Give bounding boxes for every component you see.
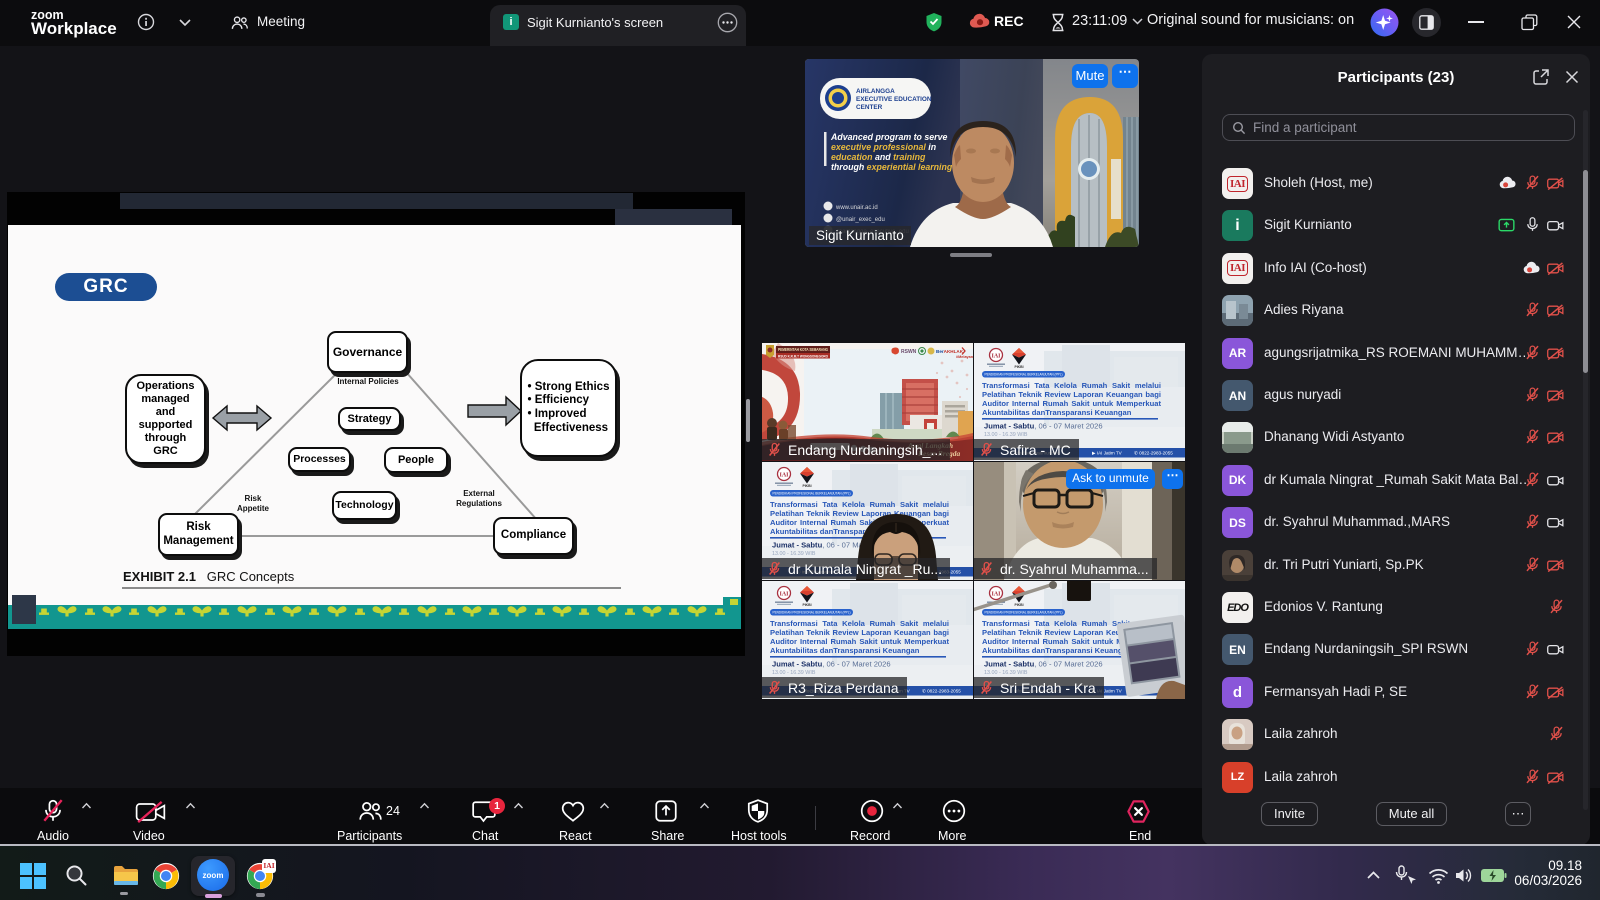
svg-text:BerAKHLAK: BerAKHLAK (936, 349, 964, 354)
svg-text:EXECUTIVE EDUCATION: EXECUTIVE EDUCATION (856, 96, 932, 103)
svg-text:✆ 0822-2983-2055: ✆ 0822-2983-2055 (1134, 451, 1173, 456)
svg-text:▶ IAI Jatim TV: ▶ IAI Jatim TV (1092, 451, 1123, 456)
svg-text:13.00 - 16.39 WIB: 13.00 - 16.39 WIB (772, 670, 816, 676)
svg-text:IAI: IAI (991, 354, 1001, 360)
svg-text:through experiential learning: through experiential learning (831, 162, 953, 172)
svg-text:PEMERINTAH KOTA SEMARANG: PEMERINTAH KOTA SEMARANG (778, 347, 828, 352)
svg-text:Jumat - Sabtu, 06 - 07 Maret 2: Jumat - Sabtu, 06 - 07 Maret 2026 (772, 660, 891, 669)
svg-text:IAI: IAI (779, 592, 789, 598)
svg-text:RSWN: RSWN (901, 349, 917, 355)
svg-text:13.00 - 16.39 WIB: 13.00 - 16.39 WIB (984, 432, 1028, 438)
svg-text:CENTER: CENTER (856, 104, 883, 111)
svg-text:PIKBI: PIKBI (1014, 365, 1023, 369)
svg-text:RSUD K.R.M.T WONGSONEGORO: RSUD K.R.M.T WONGSONEGORO (778, 354, 828, 358)
svg-text:#Melayani: #Melayani (956, 355, 973, 359)
svg-text:Advanced program to serve: Advanced program to serve (830, 132, 947, 142)
svg-text:PIKBI: PIKBI (802, 603, 811, 607)
svg-text:PENDIDIKAN PROFESIONAL BERKELA: PENDIDIKAN PROFESIONAL BERKELANJUTAN (PP… (985, 373, 1064, 377)
svg-text:education and training: education and training (831, 152, 926, 162)
svg-text:executive professional in: executive professional in (831, 142, 936, 152)
svg-text:✆ 0822-2983-2055: ✆ 0822-2983-2055 (922, 689, 961, 694)
svg-text:AIRLANGGA: AIRLANGGA (856, 88, 895, 95)
svg-text:Jumat - Sabtu, 06 - 07 Maret 2: Jumat - Sabtu, 06 - 07 Maret 2026 (984, 422, 1103, 431)
svg-text:www.unair.ac.id: www.unair.ac.id (835, 205, 878, 211)
svg-text:PENDIDIKAN PROFESIONAL BERKELA: PENDIDIKAN PROFESIONAL BERKELANJUTAN (PP… (773, 611, 852, 615)
svg-text:@unair_exec_edu: @unair_exec_edu (836, 217, 885, 223)
